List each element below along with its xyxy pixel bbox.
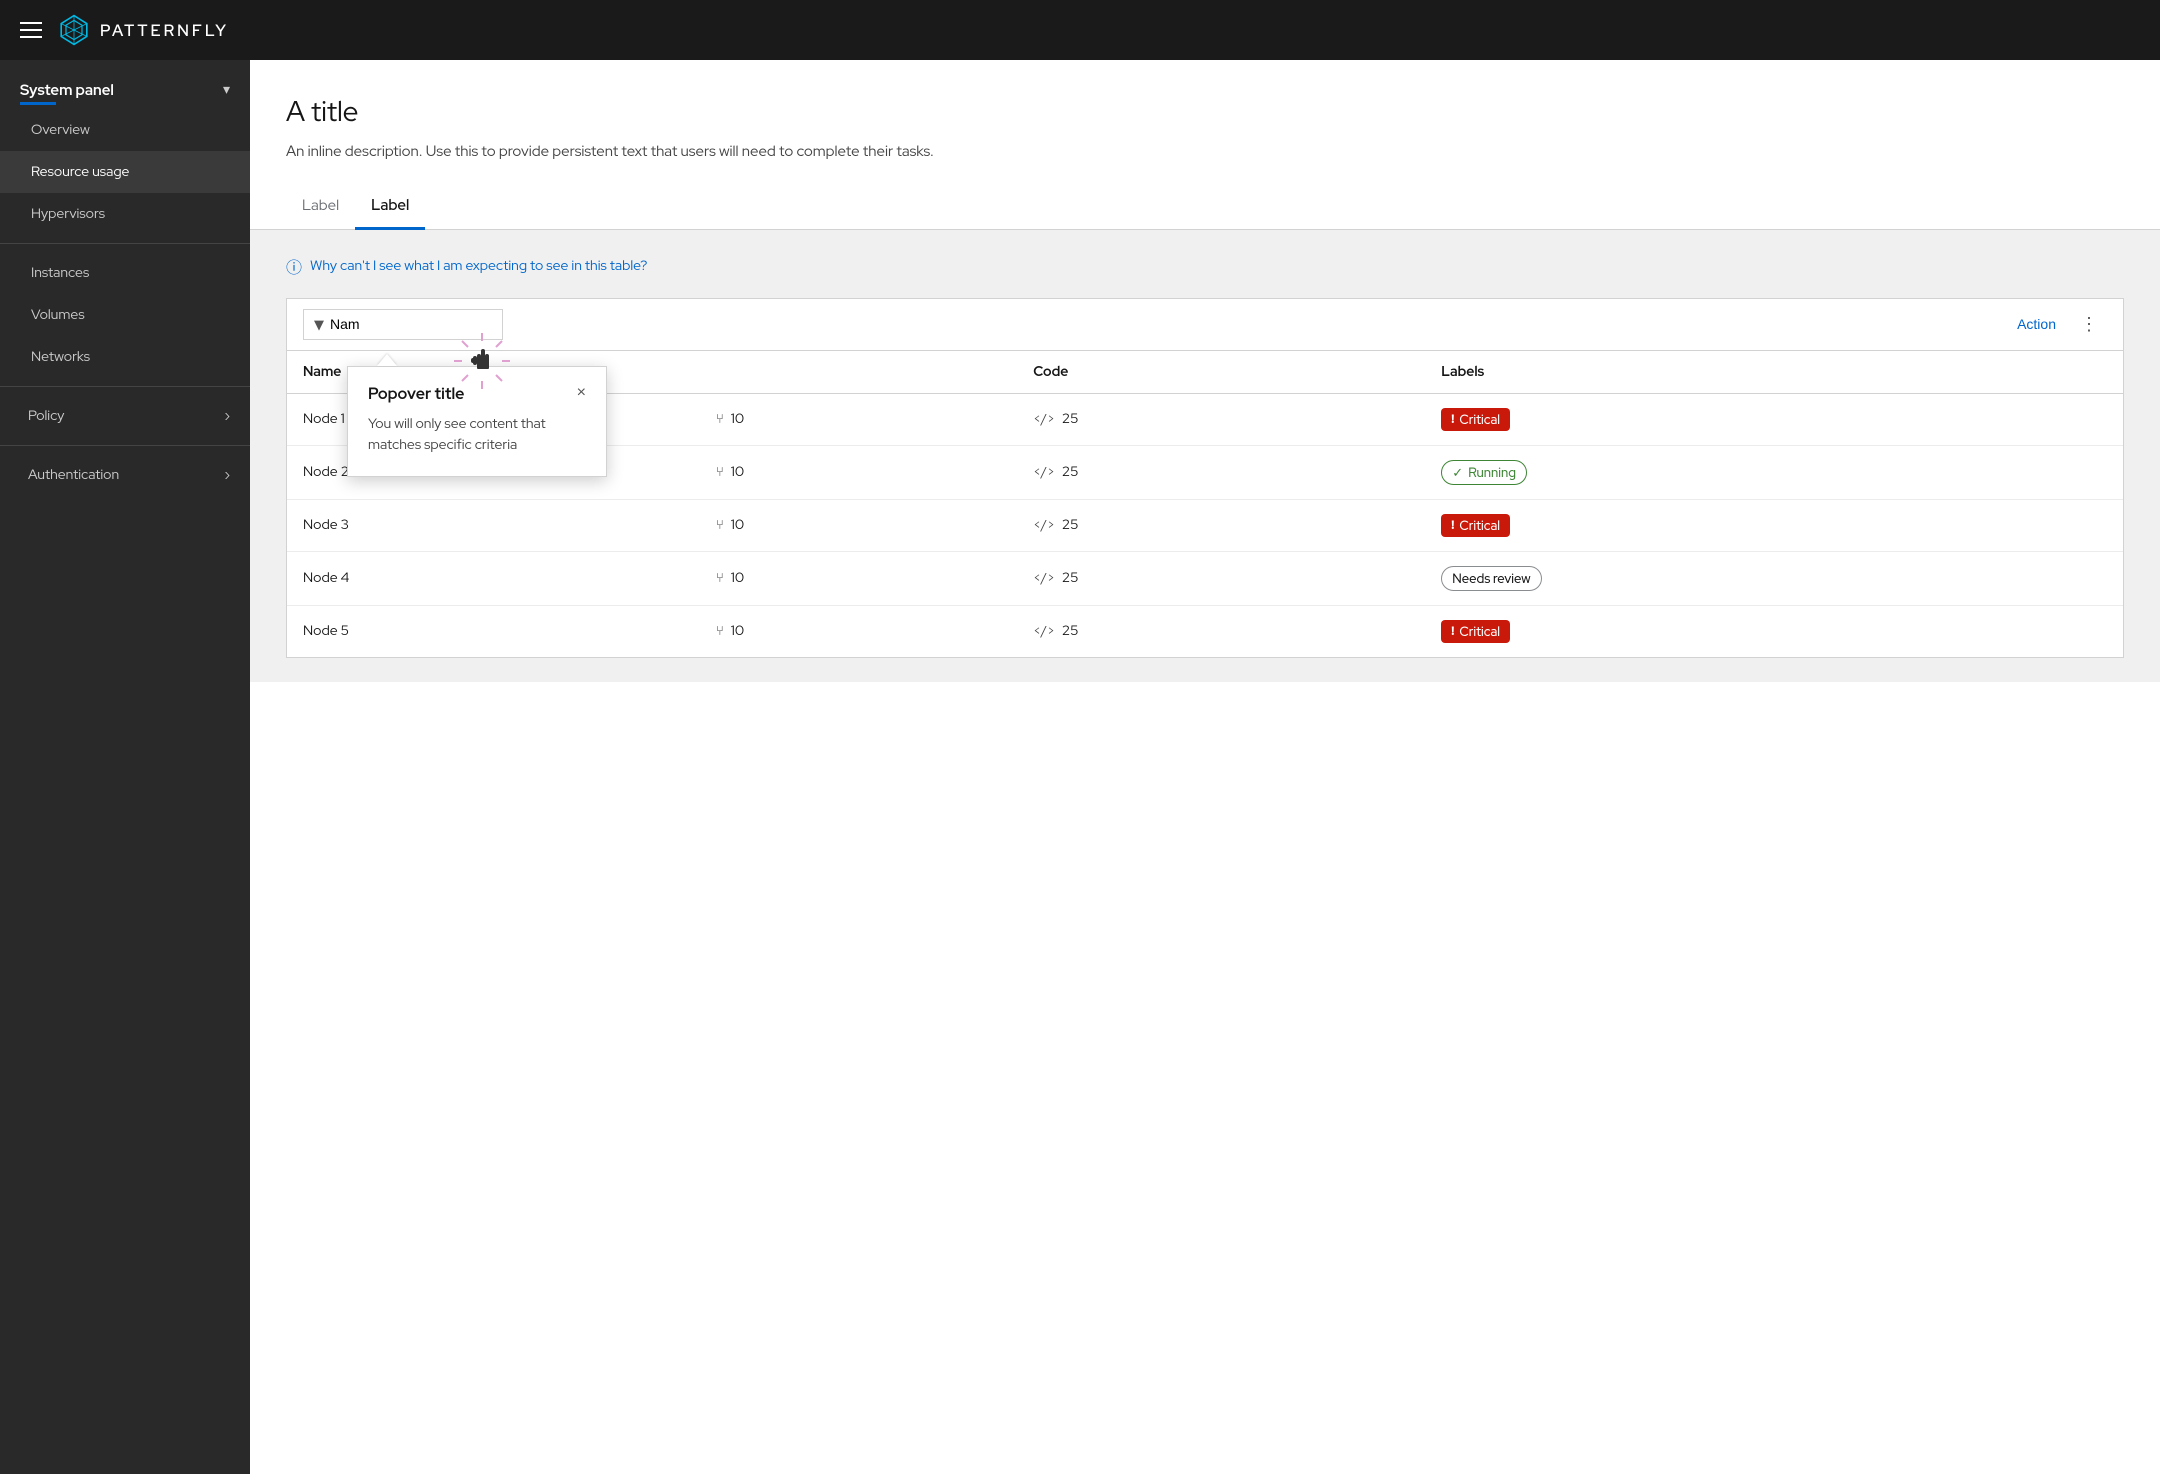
branch-icon: ⑂: [716, 622, 724, 639]
cell-name: Node 3: [287, 499, 700, 551]
main-content: A title An inline description. Use this …: [250, 60, 2160, 1474]
tab-label-2[interactable]: Label: [355, 183, 425, 230]
cell-branch: ⑂ 10: [700, 551, 1017, 605]
sidebar-item-hypervisors[interactable]: Hypervisors: [0, 193, 250, 235]
col-header-code: Code: [1017, 351, 1425, 394]
sidebar-group-title: System panel: [20, 80, 114, 100]
popover-header: Popover title ×: [368, 383, 586, 404]
sidebar-item-instances[interactable]: Instances: [0, 252, 250, 294]
cell-code: </> 25: [1017, 605, 1425, 657]
badge-critical: ! Critical: [1441, 408, 1510, 431]
popover-close-button[interactable]: ×: [577, 384, 586, 402]
col-header-labels: Labels: [1425, 351, 2123, 394]
table-row: Node 3⑂ 10</> 25 ! Critical: [287, 499, 2123, 551]
cell-code: </> 25: [1017, 445, 1425, 499]
cell-label: Needs review: [1425, 551, 2123, 605]
sidebar-item-volumes[interactable]: Volumes: [0, 294, 250, 336]
popover-overlay: Popover title × You will only see conten…: [347, 354, 607, 477]
action-button[interactable]: Action: [2013, 310, 2060, 338]
cell-name: Node 5: [287, 605, 700, 657]
badge-critical: ! Critical: [1441, 620, 1510, 643]
cell-branch: ⑂ 10: [700, 605, 1017, 657]
cell-label: ! Critical: [1425, 393, 2123, 445]
cell-code: </> 25: [1017, 499, 1425, 551]
branch-icon: ⑂: [716, 463, 724, 480]
info-icon[interactable]: ⓘ: [286, 254, 302, 278]
page-title: A title: [286, 92, 2124, 130]
cell-branch: ⑂ 10: [700, 445, 1017, 499]
code-icon: </>: [1033, 569, 1055, 586]
filter-input-wrapper: ▼: [303, 309, 503, 340]
kebab-menu-button[interactable]: ⋮: [2072, 310, 2107, 339]
code-icon: </>: [1033, 516, 1055, 533]
popover-box: Popover title × You will only see conten…: [347, 366, 607, 477]
critical-icon: !: [1451, 517, 1454, 533]
top-navigation: PATTERNFLY: [0, 0, 2160, 60]
filter-input[interactable]: [330, 316, 450, 332]
popover-body: You will only see content that matches s…: [368, 414, 586, 456]
filter-icon: ▼: [314, 316, 324, 333]
code-icon: </>: [1033, 410, 1055, 427]
popover-title: Popover title: [368, 383, 464, 404]
tab-bar: Label Label: [250, 183, 2160, 230]
code-icon: </>: [1033, 463, 1055, 480]
branch-icon: ⑂: [716, 516, 724, 533]
sidebar: System panel ▾ Overview Resource usage H…: [0, 60, 250, 1474]
cell-branch: ⑂ 10: [700, 499, 1017, 551]
badge-critical: ! Critical: [1441, 514, 1510, 537]
hamburger-menu[interactable]: [20, 22, 42, 38]
sidebar-item-overview[interactable]: Overview: [0, 109, 250, 151]
table-toolbar: ▼ Action ⋮ Popover title ×: [287, 299, 2123, 351]
patternfly-logo-icon: [58, 14, 90, 46]
content-area: ⓘ Why can't I see what I am expecting to…: [250, 230, 2160, 682]
info-banner: ⓘ Why can't I see what I am expecting to…: [286, 254, 2124, 278]
popover-arrow: [377, 354, 397, 366]
logo-area: PATTERNFLY: [58, 14, 229, 46]
cell-code: </> 25: [1017, 551, 1425, 605]
col-header-branch: [700, 351, 1017, 394]
code-icon: </>: [1033, 622, 1055, 639]
authentication-chevron-icon: ›: [225, 466, 230, 484]
tab-label-1[interactable]: Label: [286, 183, 355, 230]
table-row: Node 5⑂ 10</> 25 ! Critical: [287, 605, 2123, 657]
table-row: Node 4⑂ 10</> 25 Needs review: [287, 551, 2123, 605]
badge-needs-review: Needs review: [1441, 566, 1541, 591]
sidebar-item-authentication[interactable]: Authentication ›: [0, 454, 250, 496]
page-description: An inline description. Use this to provi…: [286, 140, 2124, 163]
sidebar-item-resource-usage[interactable]: Resource usage: [0, 151, 250, 193]
branch-icon: ⑂: [716, 569, 724, 586]
cell-code: </> 25: [1017, 393, 1425, 445]
cell-label: ! Critical: [1425, 499, 2123, 551]
table-container: ▼ Action ⋮ Popover title ×: [286, 298, 2124, 658]
cell-label: ! Critical: [1425, 605, 2123, 657]
badge-running: ✓ Running: [1441, 460, 1527, 485]
info-link[interactable]: Why can't I see what I am expecting to s…: [310, 257, 647, 275]
critical-icon: !: [1451, 623, 1454, 639]
running-icon: ✓: [1452, 464, 1463, 481]
branch-icon: ⑂: [716, 410, 724, 427]
policy-chevron-icon: ›: [225, 407, 230, 425]
cell-label: ✓ Running: [1425, 445, 2123, 499]
cell-name: Node 4: [287, 551, 700, 605]
sidebar-group-chevron: ▾: [223, 81, 230, 99]
sidebar-item-networks[interactable]: Networks: [0, 336, 250, 378]
logo-text: PATTERNFLY: [100, 20, 229, 41]
cell-branch: ⑂ 10: [700, 393, 1017, 445]
page-header: A title An inline description. Use this …: [250, 60, 2160, 163]
sidebar-group-header[interactable]: System panel ▾: [0, 70, 250, 109]
sidebar-item-policy[interactable]: Policy ›: [0, 395, 250, 437]
critical-icon: !: [1451, 411, 1454, 427]
